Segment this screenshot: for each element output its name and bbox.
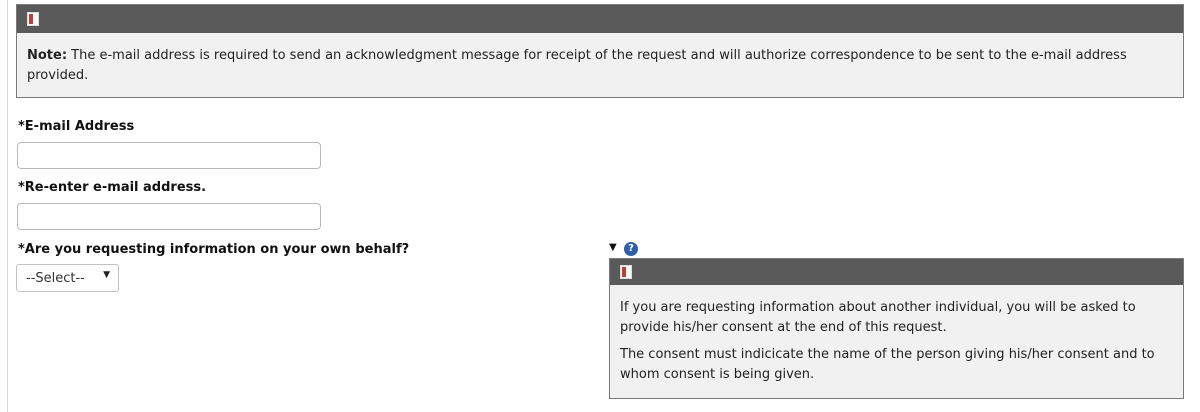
document-icon <box>620 265 632 279</box>
page-left-border <box>7 0 8 412</box>
own-behalf-select-value: --Select-- <box>26 271 85 286</box>
document-icon <box>27 12 39 26</box>
chevron-down-icon: ▼ <box>103 270 110 280</box>
help-panel: If you are requesting information about … <box>609 258 1184 399</box>
email-input[interactable] <box>17 142 321 169</box>
note-body: The e-mail address is required to send a… <box>27 48 1127 83</box>
own-behalf-select[interactable]: --Select-- ▼ <box>16 264 119 292</box>
reenter-email-label: *Re-enter e-mail address. <box>18 180 207 195</box>
own-behalf-label: *Are you requesting information on your … <box>18 242 410 257</box>
note-panel-header <box>17 5 1183 33</box>
help-panel-header <box>610 259 1183 285</box>
reenter-email-input[interactable] <box>17 203 321 230</box>
help-paragraph-1: If you are requesting information about … <box>620 300 1136 335</box>
note-label: Note: <box>27 48 68 63</box>
note-text: Note: The e-mail address is required to … <box>27 46 1165 86</box>
question-mark-icon[interactable]: ? <box>624 242 638 256</box>
email-label: *E-mail Address <box>18 119 135 134</box>
triangle-down-icon[interactable]: ▼ <box>609 242 617 253</box>
note-panel: Note: The e-mail address is required to … <box>16 4 1184 98</box>
help-paragraph-2: The consent must indicicate the name of … <box>620 347 1155 382</box>
